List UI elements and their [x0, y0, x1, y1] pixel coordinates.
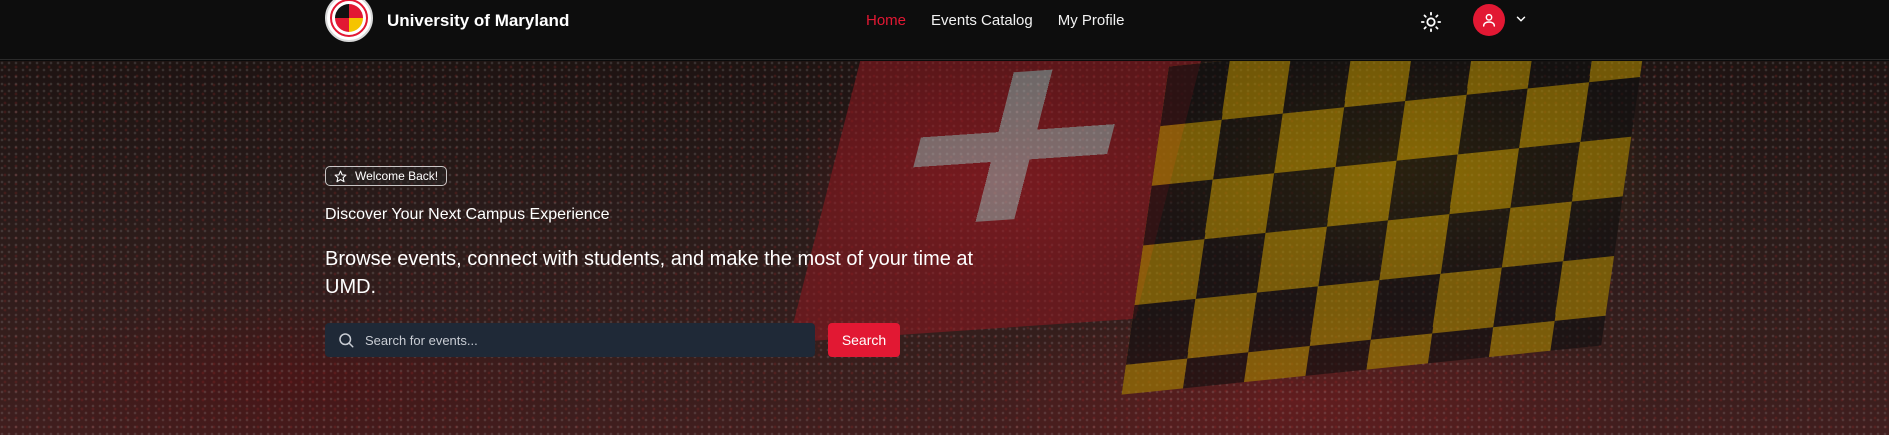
- welcome-badge-label: Welcome Back!: [355, 169, 439, 183]
- nav-home-link[interactable]: Home: [866, 12, 906, 29]
- search-input[interactable]: [365, 332, 795, 348]
- welcome-badge: Welcome Back!: [325, 166, 448, 186]
- nav-events-catalog-link[interactable]: Events Catalog: [931, 12, 1033, 29]
- star-icon: [334, 170, 347, 182]
- search-icon: [339, 333, 354, 348]
- user-icon: [1482, 13, 1496, 27]
- university-seal-logo: [325, 0, 373, 42]
- nav-my-profile-link[interactable]: My Profile: [1058, 12, 1125, 29]
- search-bar: [325, 323, 815, 357]
- chevron-down-icon[interactable]: [1514, 12, 1528, 26]
- brand-name: University of Maryland: [387, 11, 570, 30]
- search-button[interactable]: Search: [828, 323, 900, 357]
- user-avatar-button[interactable]: [1473, 4, 1505, 36]
- hero-tagline: Discover Your Next Campus Experience: [325, 206, 610, 223]
- brand[interactable]: University of Maryland: [325, 0, 569, 42]
- sun-icon[interactable]: [1420, 11, 1442, 33]
- main-nav: Home Events Catalog My Profile: [866, 12, 1124, 29]
- top-navigation-bar: University of Maryland Home Events Catal…: [0, 0, 1889, 60]
- hero-headline: Browse events, connect with students, an…: [325, 248, 974, 298]
